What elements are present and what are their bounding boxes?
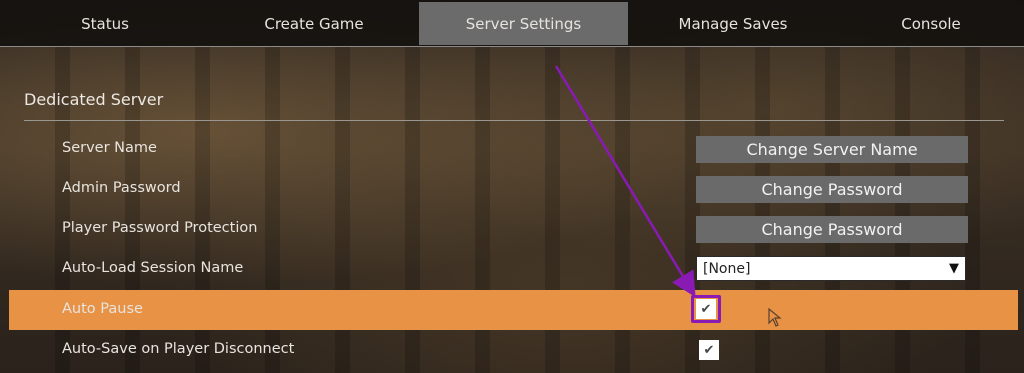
section-title: Dedicated Server [24, 90, 164, 109]
tab-server-settings[interactable]: Server Settings [419, 2, 628, 45]
auto-pause-label: Auto Pause [62, 301, 143, 317]
check-icon: ✔ [703, 342, 715, 358]
auto-save-disconnect-checkbox[interactable]: ✔ [699, 340, 719, 360]
change-server-name-button[interactable]: Change Server Name [696, 136, 968, 163]
tab-console[interactable]: Console [838, 2, 1024, 45]
server-name-label: Server Name [62, 140, 157, 156]
change-player-password-button[interactable]: Change Password [696, 216, 968, 243]
player-password-label: Player Password Protection [62, 220, 258, 236]
section-divider [24, 120, 1004, 121]
tab-create-game[interactable]: Create Game [210, 2, 418, 45]
auto-load-session-value: [None] [703, 260, 751, 277]
auto-save-disconnect-label: Auto-Save on Player Disconnect [62, 341, 295, 357]
auto-pause-checkbox[interactable]: ✔ [696, 299, 716, 319]
admin-password-label: Admin Password [62, 180, 181, 196]
tab-manage-saves[interactable]: Manage Saves [628, 2, 838, 45]
tab-bar: Status Create Game Server Settings Manag… [0, 0, 1024, 47]
auto-load-session-select[interactable]: [None] ▼ [696, 256, 966, 281]
auto-pause-row-highlight [9, 290, 1018, 330]
triangle-down-icon: ▼ [949, 261, 959, 276]
change-admin-password-button[interactable]: Change Password [696, 176, 968, 203]
mouse-cursor-icon [768, 308, 782, 327]
check-icon: ✔ [700, 301, 712, 317]
auto-load-session-label: Auto-Load Session Name [62, 260, 244, 276]
tab-status[interactable]: Status [0, 2, 210, 45]
